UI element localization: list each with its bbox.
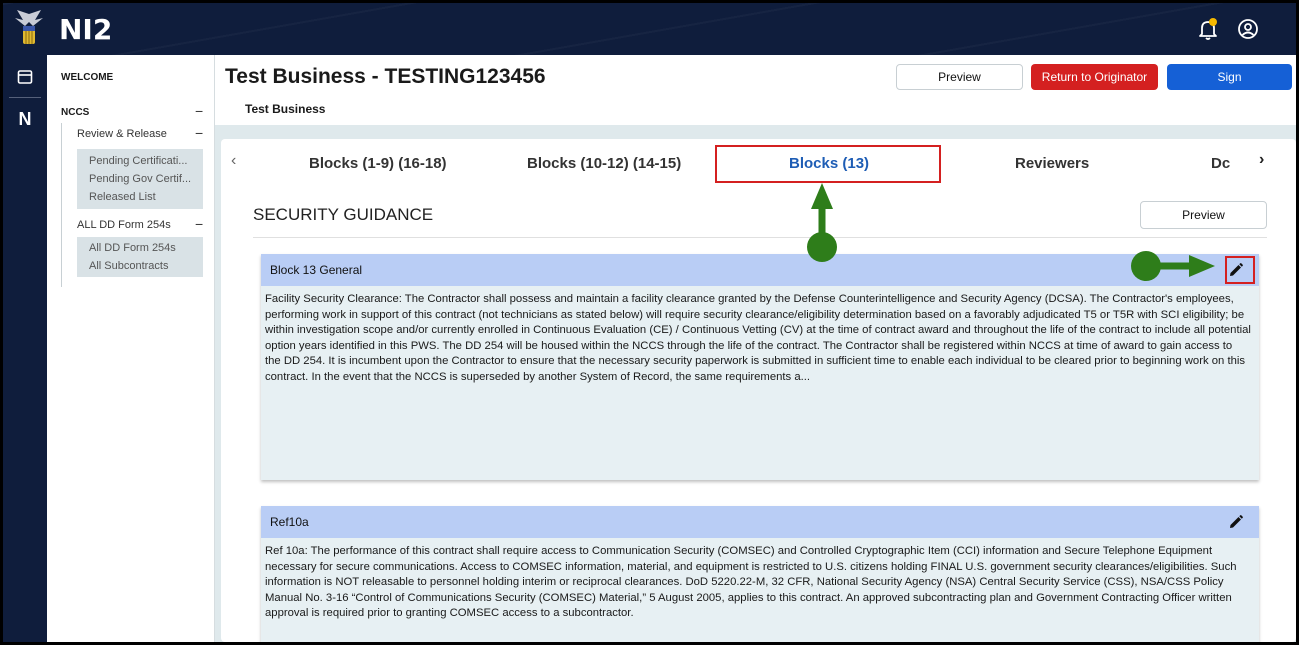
app-frame: NI2 N WELCOME NCCS − Review & Release − [3,3,1296,642]
annotation-arrow-right [1131,251,1215,281]
annotation-overlay [807,183,1215,281]
annotation-arrow-up [807,183,837,262]
